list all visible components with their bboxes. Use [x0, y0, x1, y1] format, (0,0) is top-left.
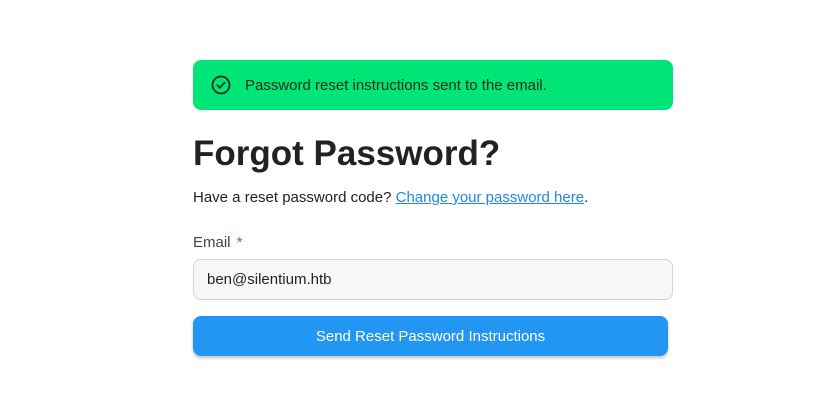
send-reset-instructions-button[interactable]: Send Reset Password Instructions — [193, 316, 668, 356]
required-marker: * — [236, 234, 243, 251]
success-alert: Password reset instructions sent to the … — [193, 60, 673, 110]
subtitle-period: . — [584, 189, 589, 206]
alert-message: Password reset instructions sent to the … — [245, 76, 547, 94]
check-circle-icon — [211, 75, 231, 95]
reset-code-hint: Have a reset password code? Change your … — [193, 189, 673, 206]
reset-code-text: Have a reset password code? — [193, 189, 396, 206]
forgot-password-form: Password reset instructions sent to the … — [193, 60, 673, 356]
email-input[interactable] — [193, 259, 673, 300]
email-label: Email * — [193, 234, 673, 251]
page-title: Forgot Password? — [193, 134, 501, 173]
change-password-link[interactable]: Change your password here — [396, 189, 584, 206]
email-label-text: Email — [193, 234, 231, 251]
